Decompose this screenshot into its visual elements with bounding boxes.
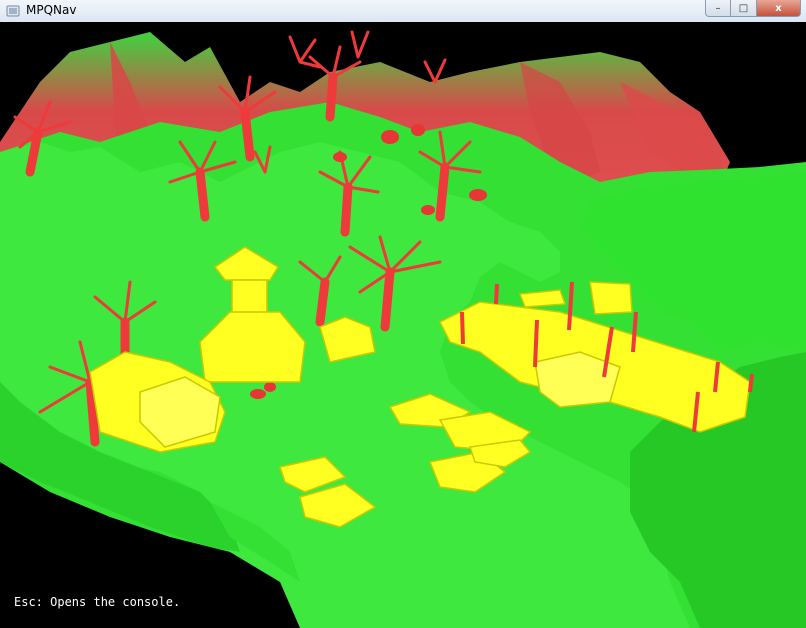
close-button[interactable]: x xyxy=(757,0,801,17)
caption-buttons: – □ x xyxy=(705,0,801,18)
title-bar[interactable]: MPQNav – □ x xyxy=(0,0,806,23)
maximize-button[interactable]: □ xyxy=(731,0,757,17)
app-icon xyxy=(6,5,20,17)
terrain-scene[interactable] xyxy=(0,22,806,628)
minimize-button[interactable]: – xyxy=(705,0,731,17)
console-hint-text: Esc: Opens the console. xyxy=(14,595,181,609)
app-window: MPQNav – □ x Esc: Opens the console. xyxy=(0,0,806,628)
render-viewport[interactable]: Esc: Opens the console. xyxy=(0,22,806,628)
window-title: MPQNav xyxy=(26,3,77,17)
